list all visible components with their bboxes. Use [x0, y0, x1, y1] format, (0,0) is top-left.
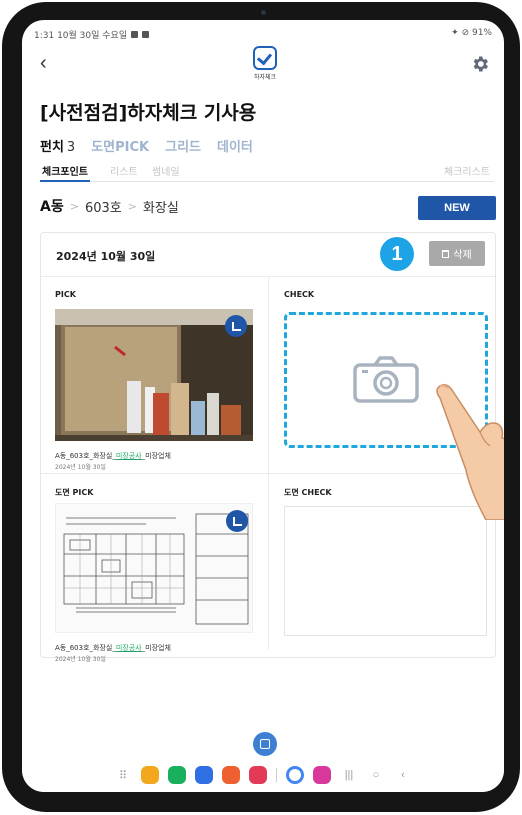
breadcrumb: A동 > 603호 > 화장실: [40, 196, 179, 216]
subtab-thumbnail[interactable]: 썸네일: [152, 163, 180, 178]
app-messages-icon[interactable]: [195, 766, 213, 784]
sub-tabs: 체크포인트 리스트 썸네일 체크리스트: [40, 160, 494, 182]
tablet-frame: 1:31 10월 30일 수요일 ✦ ⊘ 91% ‹ 하자체크 [사전점검]하자…: [2, 2, 520, 812]
screen: 1:31 10월 30일 수요일 ✦ ⊘ 91% ‹ 하자체크 [사전점검]하자…: [22, 20, 504, 792]
panel-icon: [260, 739, 270, 749]
delete-button[interactable]: 삭제: [429, 241, 485, 266]
page-title: [사전점검]하자체크 기사용: [40, 102, 257, 124]
app-logo-text: 하자체크: [253, 74, 277, 81]
plan-pick-caption: A동_603호_화장실_미장공사_미장업체: [55, 644, 171, 652]
status-bar: 1:31 10월 30일 수요일 ✦ ⊘ 91%: [22, 20, 504, 44]
app-logo-icon: [253, 46, 277, 70]
back-nav-icon[interactable]: ‹: [394, 769, 412, 781]
app-video-icon[interactable]: [249, 766, 267, 784]
plan-check-empty[interactable]: [284, 506, 487, 636]
chevron-right-icon: >: [127, 199, 137, 213]
pointing-hand-icon: [436, 383, 504, 520]
chevron-right-icon: >: [69, 199, 79, 213]
pick-caption: A동_603호_화장실_미장공사_미장업체: [55, 452, 171, 460]
battery-level: 91%: [471, 28, 492, 38]
app-phone-icon[interactable]: [168, 766, 186, 784]
plan-check-label: 도면 CHECK: [284, 488, 332, 497]
breadcrumb-room[interactable]: 화장실: [143, 197, 179, 216]
pick-photo-image: [55, 309, 253, 441]
pick-label: PICK: [55, 290, 76, 299]
check-label: CHECK: [284, 290, 315, 299]
apps-grid-icon[interactable]: ⠿: [114, 769, 132, 782]
tab-plan-pick[interactable]: 도면PICK: [91, 136, 149, 155]
front-camera: [261, 10, 266, 15]
floating-action-button[interactable]: [253, 732, 277, 756]
step-badge: 1: [380, 237, 414, 271]
tab-data[interactable]: 데이터: [217, 136, 253, 155]
subtab-list[interactable]: 리스트: [110, 163, 138, 178]
main-tabs: 펀치 3 도면PICK 그리드 데이터: [40, 136, 253, 155]
subtab-checklist[interactable]: 체크리스트: [444, 163, 490, 178]
recent-apps-icon[interactable]: |||: [340, 769, 358, 781]
pick-caption-date: 2024년 10월 30일: [55, 464, 106, 471]
notification-icon: [131, 31, 139, 38]
new-button[interactable]: NEW: [418, 196, 496, 220]
pick-photo[interactable]: [55, 309, 253, 441]
app-contacts-icon[interactable]: [222, 766, 240, 784]
floor-plan-drawing: [63, 513, 249, 625]
trash-icon: [442, 249, 450, 258]
tab-grid[interactable]: 그리드: [165, 136, 201, 155]
crop-icon: [231, 321, 241, 331]
punch-card: 2024년 10월 30일 1 삭제 PICK A동_603호_화장실_미장공사…: [40, 232, 496, 663]
camera-icon: [353, 356, 419, 403]
app-browser-icon[interactable]: [286, 766, 304, 784]
crop-button[interactable]: [226, 510, 248, 532]
status-time: 1:31 10월 30일 수요일: [34, 31, 128, 41]
breadcrumb-building[interactable]: A동: [40, 196, 64, 216]
tab-punch-count: 3: [66, 140, 76, 155]
system-nav-bar: ⠿ ||| ○ ‹: [22, 758, 504, 792]
plan-pick-caption-date: 2024년 10월 30일: [55, 656, 106, 663]
gear-icon[interactable]: [470, 54, 490, 74]
crop-button[interactable]: [225, 315, 247, 337]
back-button[interactable]: ‹: [40, 52, 60, 74]
plan-pick-label: 도면 PICK: [55, 488, 94, 497]
breadcrumb-unit[interactable]: 603호: [85, 197, 122, 216]
home-icon[interactable]: ○: [367, 769, 385, 781]
plan-pick-image[interactable]: [55, 503, 253, 633]
chevron-left-icon: ‹: [40, 52, 47, 74]
crop-icon: [232, 516, 242, 526]
tab-punch[interactable]: 펀치 3: [40, 136, 75, 155]
divider: [268, 276, 269, 650]
wifi-icon: ✦ ⊘: [451, 28, 472, 38]
app-folder-icon[interactable]: [141, 766, 159, 784]
card-date: 2024년 10월 30일: [56, 250, 156, 263]
app-flower-icon[interactable]: [313, 766, 331, 784]
media-icon: [142, 31, 150, 38]
dock-divider: [276, 768, 277, 782]
subtab-checkpoint[interactable]: 체크포인트: [40, 163, 90, 182]
